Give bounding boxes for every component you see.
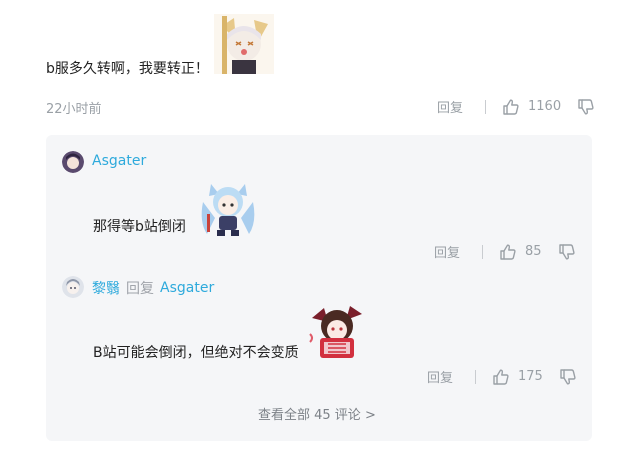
comment-actions: 回复 1160 — [437, 97, 595, 116]
like-count: 175 — [518, 369, 543, 384]
reply-button[interactable]: 回复 — [434, 242, 460, 261]
avatar[interactable] — [62, 151, 84, 173]
thumbs-up-icon — [502, 98, 520, 116]
divider — [475, 369, 477, 384]
reply-text: 那得等b站倒闭 — [93, 219, 186, 235]
reply-actions: 回复 175 — [427, 367, 577, 386]
avatar[interactable] — [62, 276, 84, 298]
reply-username[interactable]: Asgater — [92, 153, 146, 169]
thumbs-down-icon — [558, 243, 576, 261]
reply-username[interactable]: 黎翳 — [92, 278, 120, 298]
divider — [485, 99, 487, 114]
divider — [482, 244, 484, 259]
sticker-image — [197, 178, 259, 238]
like-button[interactable]: 175 — [492, 368, 543, 386]
like-button[interactable]: 1160 — [502, 98, 561, 116]
comment-timestamp: 22小时前 — [46, 102, 102, 117]
view-all-replies-link[interactable]: 查看全部 45 评论 > — [258, 404, 376, 423]
like-button[interactable]: 85 — [499, 243, 542, 261]
reply-text: B站可能会倒闭，但绝对不会变质 — [93, 345, 299, 361]
thumbs-up-icon — [492, 368, 510, 386]
reply-to-username[interactable]: Asgater — [160, 280, 214, 296]
thumbs-up-icon — [499, 243, 517, 261]
thumbs-down-icon — [577, 98, 595, 116]
reply-button[interactable]: 回复 — [437, 97, 463, 116]
reply-header: 黎翳 回复 Asgater — [92, 278, 214, 298]
sticker-image — [306, 304, 368, 362]
reply-to-label: 回复 — [126, 281, 154, 297]
dislike-button[interactable] — [577, 98, 595, 116]
comment-text: b服多久转啊，我要转正！ — [46, 61, 209, 77]
like-count: 1160 — [528, 99, 562, 114]
thumbs-down-icon — [559, 368, 577, 386]
reply-button[interactable]: 回复 — [427, 367, 453, 386]
dislike-button[interactable] — [558, 243, 576, 261]
reply-actions: 回复 85 — [434, 242, 576, 261]
dislike-button[interactable] — [559, 368, 577, 386]
sticker-image — [214, 14, 274, 74]
like-count: 85 — [525, 244, 542, 259]
